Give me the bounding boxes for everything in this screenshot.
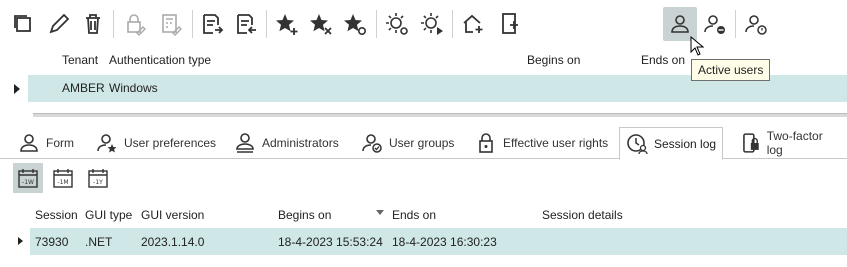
column-header-ends-on[interactable]: Ends on (392, 208, 436, 222)
calendar-icon: -1W (18, 169, 38, 188)
active-users-icon (671, 15, 689, 33)
tab-two-factor-log[interactable]: Two-factor log (733, 127, 847, 159)
cell-auth-type: Windows (109, 81, 158, 95)
delete-button[interactable] (78, 8, 108, 40)
user-remove-icon (704, 15, 725, 34)
tab-form[interactable]: Form (12, 127, 80, 159)
import-list-icon (237, 14, 256, 34)
period-button-1y[interactable]: -1Y (83, 163, 113, 193)
copy-button[interactable] (8, 8, 38, 40)
period-button-1w[interactable]: -1W (13, 163, 43, 193)
period-button-1m[interactable]: -1M (48, 163, 78, 193)
panel-splitter[interactable] (33, 113, 847, 117)
export-list-icon (203, 14, 224, 34)
period-label: -1Y (93, 179, 103, 186)
sun-play-button[interactable] (417, 8, 447, 40)
detail-tabs: Form User preferences Administrators Use… (0, 127, 847, 160)
toolbar-separator (376, 10, 377, 38)
column-header-begins-on[interactable]: Begins on (527, 53, 580, 67)
toolbar-separator (735, 10, 736, 38)
tab-user-preferences[interactable]: User preferences (90, 127, 222, 159)
device-add-icon (502, 13, 518, 34)
tab-label: Session log (654, 136, 717, 151)
star-refresh-button[interactable] (340, 8, 370, 40)
tab-label: Effective user rights (503, 136, 609, 150)
column-header-ends-on[interactable]: Ends on (641, 53, 685, 67)
cell-tenant: AMBER (62, 81, 105, 95)
tab-label: Administrators (262, 136, 339, 150)
row-arrow-icon (18, 237, 23, 245)
period-label: -1M (57, 179, 68, 186)
phone-lock-icon (743, 133, 759, 153)
sun-settings-button[interactable] (382, 8, 412, 40)
user-star-icon (97, 134, 117, 153)
calculator-edit-button[interactable] (156, 8, 186, 40)
tab-administrators[interactable]: Administrators (228, 127, 345, 159)
column-header-authentication-type[interactable]: Authentication type (109, 53, 211, 67)
star-add-icon (276, 14, 298, 35)
session-grid-header: Session GUI type GUI version Begins on E… (0, 205, 847, 225)
calendar-icon: -1M (53, 169, 73, 188)
user-icon (20, 134, 38, 152)
tab-label: User groups (389, 136, 455, 150)
tab-user-groups[interactable]: User groups (355, 127, 460, 159)
calendar-icon: -1Y (88, 169, 108, 188)
row-arrow-icon (14, 84, 20, 94)
column-header-tenant[interactable]: Tenant (62, 53, 98, 67)
toolbar-separator (192, 10, 193, 38)
column-header-gui-type[interactable]: GUI type (85, 208, 132, 222)
import-list-button[interactable] (231, 8, 261, 40)
cell-ends-on: 18-4-2023 16:30:23 (392, 235, 497, 249)
cell-begins-on: 18-4-2023 15:53:24 (278, 235, 383, 249)
tab-session-log[interactable]: Session log (619, 127, 724, 160)
period-label: -1W (22, 179, 34, 186)
copy-icon (14, 15, 31, 32)
admin-icon (236, 133, 254, 153)
edit-icon (49, 13, 70, 34)
lock-edit-button[interactable] (120, 8, 150, 40)
period-toolbar: -1W -1M -1Y (0, 163, 847, 193)
user-time-button[interactable] (741, 8, 771, 40)
tab-label: Form (46, 136, 74, 150)
toolbar-separator (452, 10, 453, 38)
sun-play-icon (421, 13, 443, 35)
delete-icon (86, 14, 100, 34)
star-remove-icon (310, 14, 332, 35)
device-add-button[interactable] (495, 8, 525, 40)
sun-settings-icon (386, 13, 408, 35)
export-list-button[interactable] (197, 8, 227, 40)
star-add-button[interactable] (272, 8, 302, 40)
user-group-icon (362, 134, 382, 153)
user-remove-button[interactable] (700, 8, 730, 40)
cell-session: 73930 (35, 235, 69, 249)
home-add-button[interactable] (458, 8, 488, 40)
user-time-icon (745, 15, 767, 35)
column-header-session-details[interactable]: Session details (542, 208, 623, 222)
mouse-cursor-icon (690, 36, 704, 56)
column-header-begins-on[interactable]: Begins on (278, 208, 331, 222)
clock-user-icon (627, 133, 648, 154)
cell-gui-version: 2023.1.14.0 (141, 235, 205, 249)
star-refresh-icon (344, 14, 366, 35)
lock-edit-icon (127, 14, 146, 36)
tab-label: Two-factor log (766, 129, 823, 157)
edit-button[interactable] (44, 8, 74, 40)
tab-effective-user-rights[interactable]: Effective user rights (469, 127, 614, 159)
calculator-edit-icon (162, 14, 182, 36)
column-header-gui-version[interactable]: GUI version (141, 208, 204, 222)
home-add-icon (463, 14, 483, 33)
toolbar-separator (113, 10, 114, 38)
cell-gui-type: .NET (85, 235, 113, 249)
star-remove-button[interactable] (306, 8, 336, 40)
main-toolbar (0, 0, 847, 48)
sort-descending-icon (376, 210, 384, 215)
tab-label: User preferences (124, 136, 217, 150)
table-row[interactable]: 73930 .NET 2023.1.14.0 18-4-2023 15:53:2… (0, 228, 847, 255)
column-header-session[interactable]: Session (35, 208, 78, 222)
tooltip: Active users (691, 59, 771, 81)
lock-icon (479, 133, 493, 153)
row-indicator (0, 75, 27, 102)
toolbar-separator (266, 10, 267, 38)
